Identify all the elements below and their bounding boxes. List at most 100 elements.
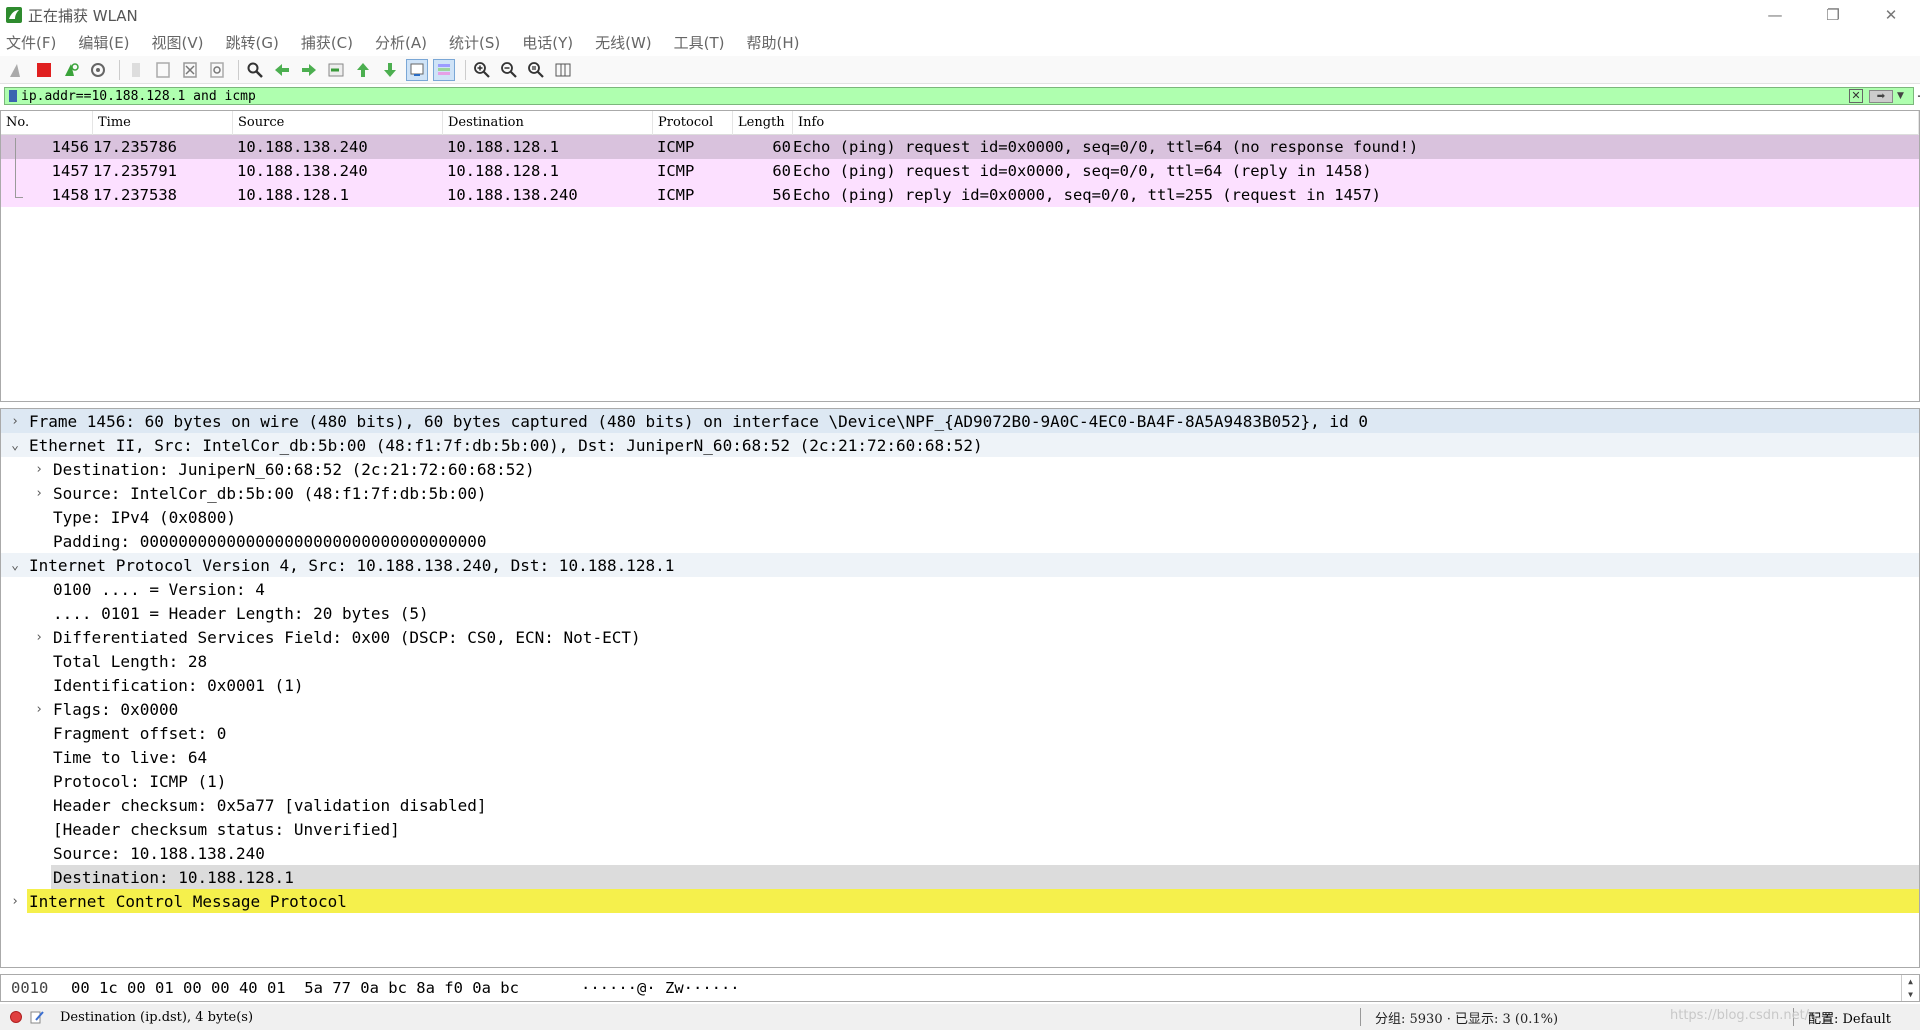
resize-columns-icon[interactable]	[552, 59, 574, 81]
tree-item-ip-flags[interactable]: › Flags: 0x0000	[1, 697, 1919, 721]
tree-item-ethernet[interactable]: ⌄ Ethernet II, Src: IntelCor_db:5b:00 (4…	[1, 433, 1919, 457]
tree-item-ip-proto[interactable]: Protocol: ICMP (1)	[1, 769, 1919, 793]
go-to-packet-icon[interactable]	[325, 59, 347, 81]
menu-view[interactable]: 视图(V)	[150, 32, 206, 53]
close-file-icon[interactable]	[179, 59, 201, 81]
auto-scroll-icon[interactable]	[406, 58, 428, 81]
related-packet-line	[15, 162, 16, 186]
tree-item-icmp[interactable]: › Internet Control Message Protocol	[1, 889, 1919, 913]
tree-item-ip-dst[interactable]: Destination: 10.188.128.1	[1, 865, 1919, 889]
packet-row[interactable]: 1456 17.235786 10.188.138.240 10.188.128…	[1, 135, 1919, 162]
packet-row[interactable]: 1457 17.235791 10.188.138.240 10.188.128…	[1, 159, 1919, 186]
bytes-offset: 0010	[11, 979, 49, 997]
minimize-button[interactable]: —	[1746, 0, 1804, 30]
tree-item-ip-ttl[interactable]: Time to live: 64	[1, 745, 1919, 769]
clear-filter-icon[interactable]: ✕	[1849, 89, 1863, 103]
filter-dropdown-icon[interactable]: ▼	[1897, 91, 1909, 101]
packet-no: 1456	[51, 138, 89, 156]
zoom-out-icon[interactable]	[498, 59, 520, 81]
expand-arrow-icon[interactable]: ›	[25, 462, 53, 477]
expand-arrow-icon[interactable]: ›	[25, 630, 53, 645]
go-last-icon[interactable]	[379, 59, 401, 81]
menu-tools[interactable]: 工具(T)	[672, 32, 727, 53]
bytes-scrollbar[interactable]: ▲ ▼	[1901, 975, 1919, 1001]
display-filter-input[interactable]: ip.addr==10.188.128.1 and icmp	[21, 89, 1849, 104]
column-header-time[interactable]: Time	[93, 111, 233, 135]
menu-telephony[interactable]: 电话(Y)	[520, 32, 575, 53]
tree-item-eth-src[interactable]: › Source: IntelCor_db:5b:00 (48:f1:7f:db…	[1, 481, 1919, 505]
reload-file-icon[interactable]	[206, 59, 228, 81]
packet-info: Echo (ping) request id=0x0000, seq=0/0, …	[793, 138, 1419, 156]
tree-item-eth-padding[interactable]: Padding: 0000000000000000000000000000000…	[1, 529, 1919, 553]
packet-source: 10.188.138.240	[237, 138, 368, 156]
bytes-ascii[interactable]: ······@· Zw······	[581, 979, 1901, 997]
stop-capture-icon[interactable]	[33, 59, 55, 81]
tree-item-eth-type[interactable]: Type: IPv4 (0x0800)	[1, 505, 1919, 529]
filter-bookmark-icon[interactable]	[9, 90, 17, 102]
tree-item-ip-dsf[interactable]: › Differentiated Services Field: 0x00 (D…	[1, 625, 1919, 649]
tree-item-ip-frag[interactable]: Fragment offset: 0	[1, 721, 1919, 745]
tree-item-eth-dst[interactable]: › Destination: JuniperN_60:68:52 (2c:21:…	[1, 457, 1919, 481]
close-button[interactable]: ✕	[1862, 0, 1920, 30]
open-file-icon[interactable]	[125, 59, 147, 81]
menu-edit[interactable]: 编辑(E)	[76, 32, 131, 53]
go-forward-icon[interactable]	[298, 59, 320, 81]
packet-time: 17.237538	[93, 186, 177, 204]
add-filter-button-icon[interactable]: +	[1916, 87, 1920, 105]
menu-statistics[interactable]: 统计(S)	[447, 32, 502, 53]
tree-item-frame[interactable]: › Frame 1456: 60 bytes on wire (480 bits…	[1, 409, 1919, 433]
restore-button[interactable]: ❐	[1804, 0, 1862, 30]
collapse-arrow-icon[interactable]: ⌄	[1, 438, 29, 453]
column-header-destination[interactable]: Destination	[443, 111, 653, 135]
menu-wireless[interactable]: 无线(W)	[593, 32, 654, 53]
tree-item-ip-cksum[interactable]: Header checksum: 0x5a77 [validation disa…	[1, 793, 1919, 817]
tree-item-ip-version[interactable]: 0100 .... = Version: 4	[1, 577, 1919, 601]
expand-arrow-icon[interactable]: ›	[1, 894, 29, 909]
expert-info-icon[interactable]	[10, 1011, 22, 1023]
find-packet-icon[interactable]	[244, 59, 266, 81]
bytes-hex[interactable]: 00 1c 00 01 00 00 40 01 5a 77 0a bc 8a f…	[71, 979, 581, 997]
apply-filter-icon[interactable]: ➡	[1869, 89, 1893, 103]
column-header-info[interactable]: Info	[793, 111, 1919, 135]
column-header-length[interactable]: Length	[733, 111, 793, 135]
tree-item-ip-cksum-status[interactable]: [Header checksum status: Unverified]	[1, 817, 1919, 841]
collapse-arrow-icon[interactable]: ⌄	[1, 558, 29, 573]
zoom-normal-icon[interactable]	[525, 59, 547, 81]
scroll-up-icon[interactable]: ▲	[1908, 977, 1913, 986]
tree-item-ip-totlen[interactable]: Total Length: 28	[1, 649, 1919, 673]
packet-row[interactable]: 1458 17.237538 10.188.128.1 10.188.138.2…	[1, 183, 1919, 207]
column-header-source[interactable]: Source	[233, 111, 443, 135]
shark-fin-start-icon[interactable]	[6, 59, 28, 81]
tree-item-ip[interactable]: ⌄ Internet Protocol Version 4, Src: 10.1…	[1, 553, 1919, 577]
tree-item-label: 0100 .... = Version: 4	[53, 579, 265, 599]
main-toolbar	[0, 56, 1920, 84]
edit-comment-icon[interactable]	[30, 1010, 44, 1024]
expand-arrow-icon[interactable]: ›	[25, 486, 53, 501]
column-header-no[interactable]: No.	[1, 111, 93, 135]
menu-go[interactable]: 跳转(G)	[224, 32, 281, 53]
capture-options-icon[interactable]	[87, 59, 109, 81]
menu-file[interactable]: 文件(F)	[4, 32, 58, 53]
menu-help[interactable]: 帮助(H)	[745, 32, 802, 53]
zoom-in-icon[interactable]	[471, 59, 493, 81]
expand-arrow-icon[interactable]: ›	[25, 702, 53, 717]
menu-capture[interactable]: 捕获(C)	[299, 32, 355, 53]
save-file-icon[interactable]	[152, 59, 174, 81]
tree-item-label: Source: IntelCor_db:5b:00 (48:f1:7f:db:5…	[53, 483, 487, 503]
menu-analyze[interactable]: 分析(A)	[373, 32, 429, 53]
column-header-protocol[interactable]: Protocol	[653, 111, 733, 135]
restart-capture-icon[interactable]	[60, 59, 82, 81]
go-back-icon[interactable]	[271, 59, 293, 81]
go-first-icon[interactable]	[352, 59, 374, 81]
packet-source: 10.188.128.1	[237, 186, 349, 204]
colorize-icon[interactable]	[433, 58, 455, 81]
watermark-text: https://blog.csdn.net/...	[1670, 1008, 1822, 1023]
tree-item-label: Protocol: ICMP (1)	[53, 771, 227, 791]
packet-source: 10.188.138.240	[237, 162, 368, 180]
tree-item-ip-hlen[interactable]: .... 0101 = Header Length: 20 bytes (5)	[1, 601, 1919, 625]
tree-item-ip-src[interactable]: Source: 10.188.138.240	[1, 841, 1919, 865]
scroll-down-icon[interactable]: ▼	[1908, 990, 1913, 999]
expand-arrow-icon[interactable]: ›	[1, 414, 29, 429]
packet-no: 1457	[51, 162, 89, 180]
tree-item-ip-id[interactable]: Identification: 0x0001 (1)	[1, 673, 1919, 697]
